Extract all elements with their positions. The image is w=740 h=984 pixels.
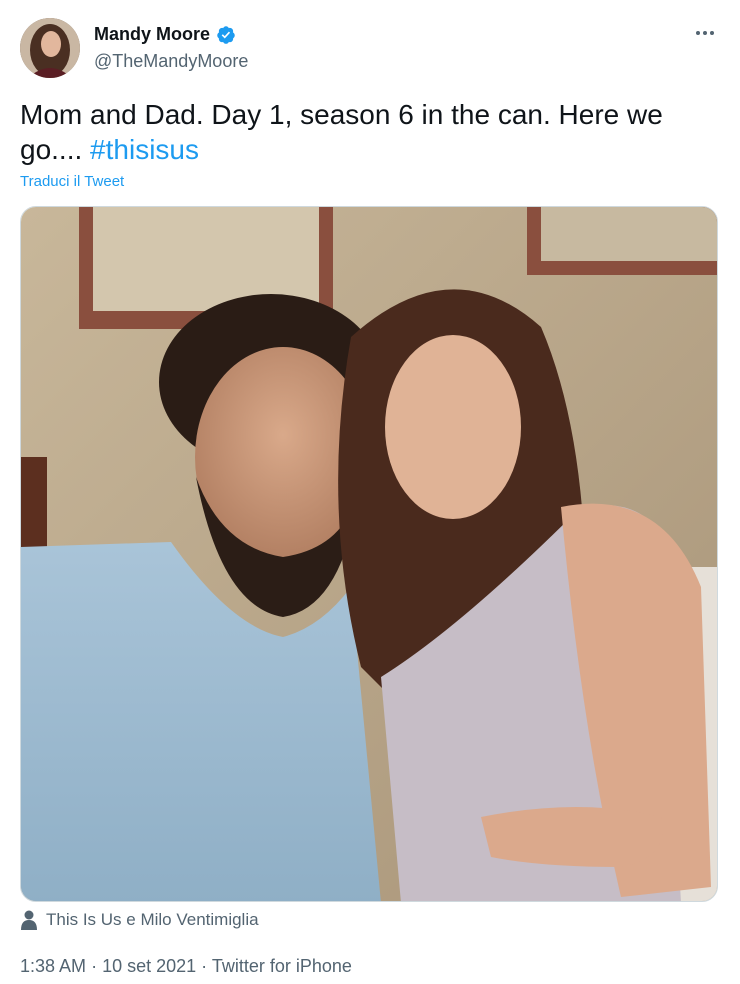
translate-tweet-link[interactable]: Traduci il Tweet <box>20 173 124 190</box>
tagged-people[interactable]: This Is Us e Milo Ventimiglia <box>20 910 259 930</box>
author-name-row: Mandy Moore <box>94 24 236 45</box>
tagged-label[interactable]: This Is Us e Milo Ventimiglia <box>46 910 259 930</box>
more-options-icon[interactable] <box>694 26 716 40</box>
tweet-photo[interactable] <box>20 206 718 902</box>
meta-separator: · <box>201 956 208 976</box>
tweet-meta: 1:38 AM · 10 set 2021 · Twitter for iPho… <box>20 956 352 977</box>
author-handle[interactable]: @TheMandyMoore <box>94 51 248 72</box>
tweet-time[interactable]: 1:38 AM <box>20 956 86 976</box>
author-avatar[interactable] <box>20 18 80 78</box>
person-icon <box>21 910 37 930</box>
hashtag-link[interactable]: #thisisus <box>90 134 199 165</box>
verified-badge-icon <box>217 25 235 44</box>
author-display-name[interactable]: Mandy Moore <box>94 24 210 45</box>
meta-separator: · <box>91 956 98 976</box>
tweet-date[interactable]: 10 set 2021 <box>102 956 196 976</box>
tweet-text: Mom and Dad. Day 1, season 6 in the can.… <box>20 97 710 167</box>
tweet-source: Twitter for iPhone <box>211 956 352 976</box>
